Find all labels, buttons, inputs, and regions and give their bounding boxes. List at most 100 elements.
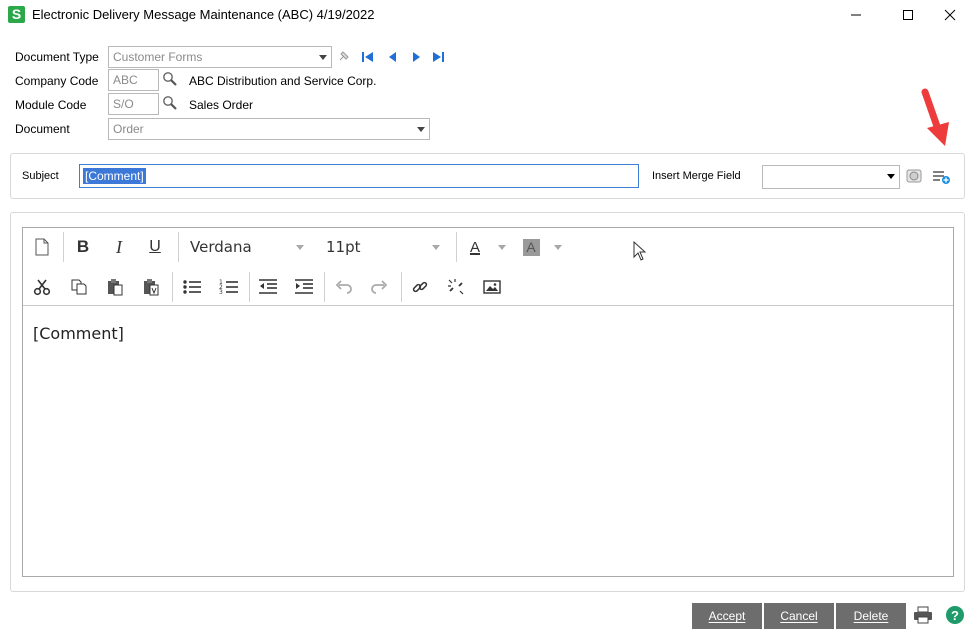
company-code-label: Company Code — [15, 74, 99, 88]
close-button[interactable] — [927, 2, 973, 28]
maximize-button[interactable] — [885, 2, 931, 28]
outdent-icon — [259, 279, 277, 294]
module-code-label: Module Code — [15, 98, 87, 112]
bulleted-list-button[interactable] — [179, 274, 205, 300]
scissors-icon — [33, 279, 51, 296]
minimize-button[interactable] — [833, 2, 879, 28]
chevron-down-icon — [498, 245, 506, 250]
document-select[interactable]: Order — [108, 118, 430, 140]
toolbar-separator — [178, 232, 179, 262]
cancel-button[interactable]: Cancel — [764, 603, 834, 629]
paste-special-icon — [144, 279, 159, 296]
font-family-select[interactable]: Verdana — [190, 238, 252, 256]
insert-image-button[interactable] — [903, 165, 925, 187]
document-type-label: Document Type — [15, 50, 99, 64]
font-size-select[interactable]: 11pt — [326, 238, 361, 256]
print-button[interactable] — [912, 604, 934, 626]
link-icon — [412, 281, 428, 293]
next-record-button[interactable] — [409, 49, 425, 65]
pin-button[interactable] — [335, 47, 353, 65]
module-name: Sales Order — [189, 98, 254, 112]
document-type-select[interactable]: Customer Forms — [108, 46, 332, 68]
indent-button[interactable] — [291, 274, 317, 300]
chevron-down-icon — [554, 245, 562, 250]
arrow-down-icon — [921, 88, 949, 146]
bullet-list-icon — [183, 280, 201, 294]
chevron-down-icon — [417, 127, 425, 132]
image-icon — [483, 280, 501, 294]
toolbar-separator — [63, 232, 64, 262]
first-record-icon — [362, 52, 373, 62]
last-record-icon — [433, 52, 444, 62]
maximize-icon — [903, 10, 913, 20]
highlight-color-button[interactable]: A — [518, 234, 544, 260]
copy-button[interactable] — [66, 274, 92, 300]
accept-button[interactable]: Accept — [692, 603, 762, 629]
title-bar: S Electronic Delivery Message Maintenanc… — [0, 0, 973, 30]
last-record-button[interactable] — [430, 49, 446, 65]
paste-icon — [108, 279, 123, 296]
remove-link-button[interactable] — [443, 274, 469, 300]
search-icon — [163, 72, 177, 86]
insert-merge-field-button[interactable] — [929, 165, 953, 187]
company-code-input[interactable]: ABC — [108, 69, 159, 91]
italic-button[interactable]: I — [106, 234, 132, 260]
add-list-icon — [933, 171, 950, 184]
redo-button[interactable] — [366, 274, 392, 300]
new-document-button[interactable] — [29, 234, 55, 260]
toolbar-separator — [172, 272, 173, 302]
database-image-icon — [906, 169, 922, 183]
search-icon — [163, 96, 177, 110]
close-icon — [944, 9, 956, 21]
svg-text:3: 3 — [219, 289, 223, 296]
highlight-glyph: A — [522, 238, 540, 256]
insert-image-toolbar-button[interactable] — [479, 274, 505, 300]
previous-record-button[interactable] — [384, 49, 400, 65]
chevron-down-icon — [319, 55, 327, 60]
toolbar-separator — [401, 272, 402, 302]
module-lookup-button[interactable] — [160, 93, 180, 113]
help-icon: ? — [946, 606, 964, 624]
help-button[interactable]: ? — [944, 604, 966, 626]
outdent-button[interactable] — [255, 274, 281, 300]
subject-input[interactable]: [Comment] — [79, 164, 639, 188]
document-value: Order — [113, 122, 144, 136]
window-title: Electronic Delivery Message Maintenance … — [32, 7, 375, 22]
toolbar-separator — [456, 232, 457, 262]
new-document-icon — [35, 238, 49, 256]
chevron-down-icon — [432, 245, 440, 250]
module-code-input[interactable]: S/O — [108, 93, 159, 115]
unlink-icon — [448, 279, 464, 295]
font-color-button[interactable]: A — [462, 234, 488, 260]
editor-content[interactable]: [Comment] — [33, 324, 124, 343]
chevron-down-icon — [296, 245, 304, 250]
redo-icon — [371, 280, 388, 294]
company-lookup-button[interactable] — [160, 69, 180, 89]
paste-button[interactable] — [102, 274, 128, 300]
insert-merge-field-label: Insert Merge Field — [652, 170, 741, 182]
subject-selected-text: [Comment] — [83, 168, 146, 184]
delete-button[interactable]: Delete — [836, 603, 906, 629]
minimize-icon — [851, 14, 861, 16]
paste-from-word-button[interactable] — [138, 274, 164, 300]
first-record-button[interactable] — [360, 49, 376, 65]
numbered-list-icon: 123 — [219, 279, 238, 296]
toolbar-separator — [249, 272, 250, 302]
cut-button[interactable] — [29, 274, 55, 300]
next-record-icon — [413, 52, 420, 62]
underline-button[interactable]: U — [142, 234, 168, 260]
merge-field-select[interactable] — [762, 165, 900, 189]
svg-text:?: ? — [951, 608, 959, 623]
numbered-list-button[interactable]: 123 — [216, 274, 242, 300]
toolbar-separator — [324, 272, 325, 302]
bold-button[interactable]: B — [70, 234, 96, 260]
undo-button[interactable] — [331, 274, 357, 300]
red-arrow-annotation — [915, 88, 955, 152]
indent-icon — [295, 279, 313, 294]
company-name: ABC Distribution and Service Corp. — [189, 74, 377, 88]
undo-icon — [335, 280, 352, 294]
app-logo-icon: S — [8, 6, 25, 23]
document-label: Document — [15, 122, 70, 136]
subject-label: Subject — [22, 170, 59, 182]
insert-link-button[interactable] — [407, 274, 433, 300]
